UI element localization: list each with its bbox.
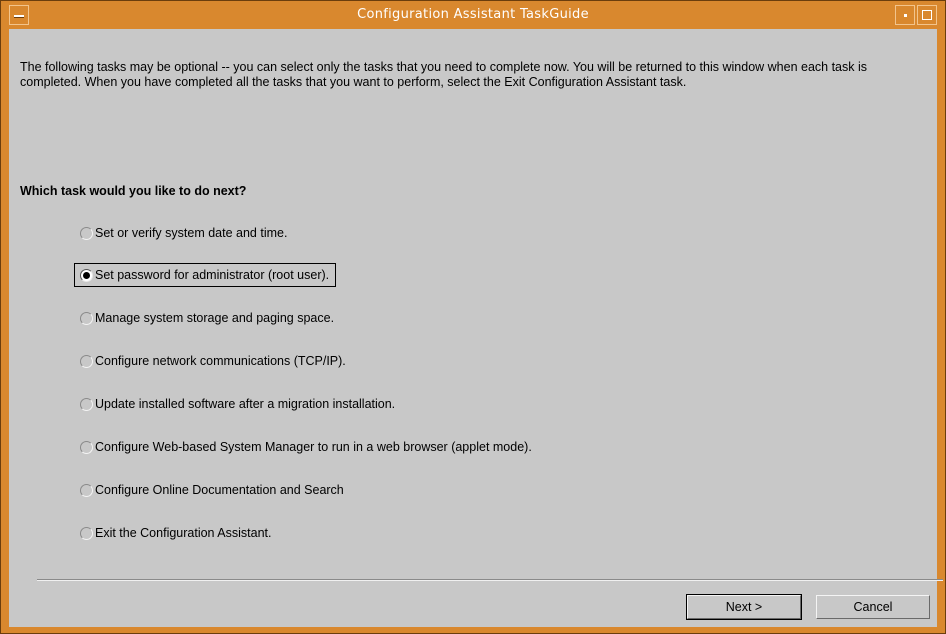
radio-button[interactable]: [80, 354, 93, 368]
option-label: Configure network communications (TCP/IP…: [95, 354, 346, 368]
radio-button-selected[interactable]: [80, 268, 93, 282]
option-label: Configure Online Documentation and Searc…: [95, 483, 344, 497]
dialog-content: The following tasks may be optional -- y…: [9, 29, 943, 627]
radio-button[interactable]: [80, 526, 93, 540]
question-heading: Which task would you like to do next?: [20, 184, 247, 198]
cancel-button[interactable]: Cancel: [816, 595, 930, 619]
radio-button[interactable]: [80, 311, 93, 325]
next-button[interactable]: Next >: [686, 594, 802, 620]
radio-button[interactable]: [80, 483, 93, 497]
option-online-docs[interactable]: Configure Online Documentation and Searc…: [74, 478, 351, 502]
radio-button[interactable]: [80, 226, 93, 240]
radio-button[interactable]: [80, 440, 93, 454]
radio-button[interactable]: [80, 397, 93, 411]
option-network-tcpip[interactable]: Configure network communications (TCP/IP…: [74, 349, 353, 373]
dialog-window: Configuration Assistant TaskGuide The fo…: [0, 0, 946, 634]
option-root-password[interactable]: Set password for administrator (root use…: [74, 263, 337, 287]
title-bar[interactable]: Configuration Assistant TaskGuide: [9, 5, 937, 27]
maximize-icon[interactable]: [917, 5, 937, 25]
window-title: Configuration Assistant TaskGuide: [357, 7, 589, 22]
option-date-time[interactable]: Set or verify system date and time.: [74, 221, 294, 245]
minimize-icon[interactable]: [895, 5, 915, 25]
option-label: Configure Web-based System Manager to ru…: [95, 440, 532, 454]
intro-text: The following tasks may be optional -- y…: [20, 60, 868, 89]
option-storage-paging[interactable]: Manage system storage and paging space.: [74, 306, 341, 330]
option-label: Manage system storage and paging space.: [95, 311, 335, 325]
option-label: Exit the Configuration Assistant.: [95, 526, 272, 540]
option-exit-assistant[interactable]: Exit the Configuration Assistant.: [74, 521, 278, 545]
option-label: Set or verify system date and time.: [95, 226, 288, 240]
option-label: Update installed software after a migrat…: [95, 397, 396, 411]
option-web-sysmgr[interactable]: Configure Web-based System Manager to ru…: [74, 435, 539, 459]
option-label: Set password for administrator (root use…: [95, 268, 330, 282]
button-separator: [37, 579, 943, 581]
option-update-software[interactable]: Update installed software after a migrat…: [74, 392, 402, 416]
